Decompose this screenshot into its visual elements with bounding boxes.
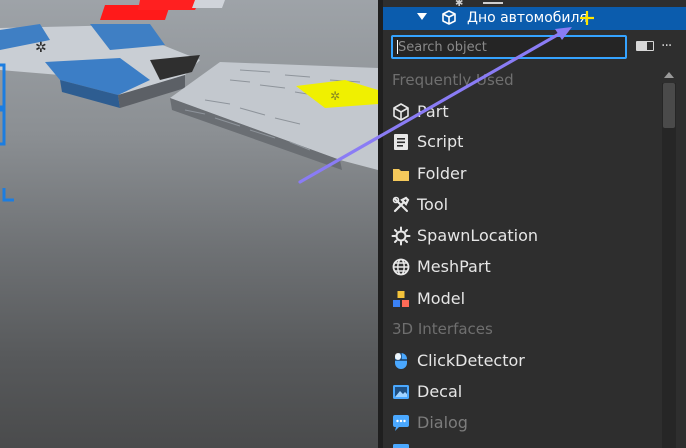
list-item-clickdetector[interactable]: ClickDetector <box>389 347 659 375</box>
gray-block <box>192 0 225 8</box>
list-item-meshpart[interactable]: MeshPart <box>389 253 659 281</box>
list-item-dialog[interactable]: Dialog <box>389 409 659 437</box>
scrollbar-track[interactable] <box>662 83 676 448</box>
red-block <box>138 0 200 10</box>
search-box[interactable] <box>391 35 627 59</box>
text-caret <box>397 40 398 54</box>
toggle-icon[interactable] <box>636 41 654 51</box>
search-input[interactable] <box>395 37 627 57</box>
item-label: SpawnLocation <box>417 226 539 245</box>
item-label: Model <box>417 289 466 308</box>
scene-graphics: ✲ ✲ <box>0 0 378 202</box>
list-item-tool[interactable]: Tool <box>389 191 659 219</box>
tool-icon <box>392 196 410 213</box>
selection-outline <box>2 188 14 202</box>
scrollbar-thumb[interactable] <box>663 83 675 128</box>
script-icon <box>394 134 408 150</box>
item-label: Folder <box>417 164 467 183</box>
decal-icon <box>393 385 409 399</box>
item-label: Part <box>417 102 449 121</box>
dialog-icon <box>393 415 409 431</box>
next-item-icon <box>393 444 409 448</box>
chevron-down-icon[interactable] <box>417 13 427 20</box>
part-cube-icon <box>393 103 409 121</box>
svg-text:✲: ✲ <box>330 89 340 103</box>
model-icon <box>393 291 409 307</box>
list-item-folder[interactable]: Folder <box>389 160 659 188</box>
item-label: Dialog <box>417 413 468 432</box>
item-label: MeshPart <box>417 257 491 276</box>
click-detector-icon <box>395 353 407 369</box>
explorer-selected-row[interactable]: Дно автомобиля <box>383 7 686 30</box>
more-options-button[interactable]: ··· <box>661 38 672 54</box>
list-item-part[interactable]: Part <box>389 98 659 126</box>
folder-icon <box>393 169 409 181</box>
svg-text:✲: ✲ <box>35 40 47 56</box>
item-label: Script <box>417 132 464 151</box>
list-item-spawnlocation[interactable]: SpawnLocation <box>389 222 659 250</box>
selected-item-label: Дно автомобиля <box>467 10 588 26</box>
spawn-location-icon <box>391 226 411 246</box>
list-item-decal[interactable]: Decal <box>389 378 659 406</box>
3d-viewport[interactable]: ✲ ✲ <box>0 0 378 448</box>
list-item-script[interactable]: Script <box>389 128 659 156</box>
item-label: ClickDetector <box>417 351 525 370</box>
meshpart-icon <box>392 258 410 276</box>
list-item-model[interactable]: Model <box>389 285 659 313</box>
scroll-up-arrow[interactable] <box>664 72 674 78</box>
insert-object-panel: ✱ Дно автомобиля ··· Frequently Used Par… <box>383 0 686 448</box>
section-3d-interfaces: 3D Interfaces <box>392 320 493 338</box>
item-label: Decal <box>417 382 463 401</box>
item-label: Tool <box>417 195 449 214</box>
selection-outline <box>0 63 6 109</box>
part-cube-icon <box>442 10 456 25</box>
selection-outline <box>0 108 6 146</box>
section-frequently-used: Frequently Used <box>392 71 514 89</box>
